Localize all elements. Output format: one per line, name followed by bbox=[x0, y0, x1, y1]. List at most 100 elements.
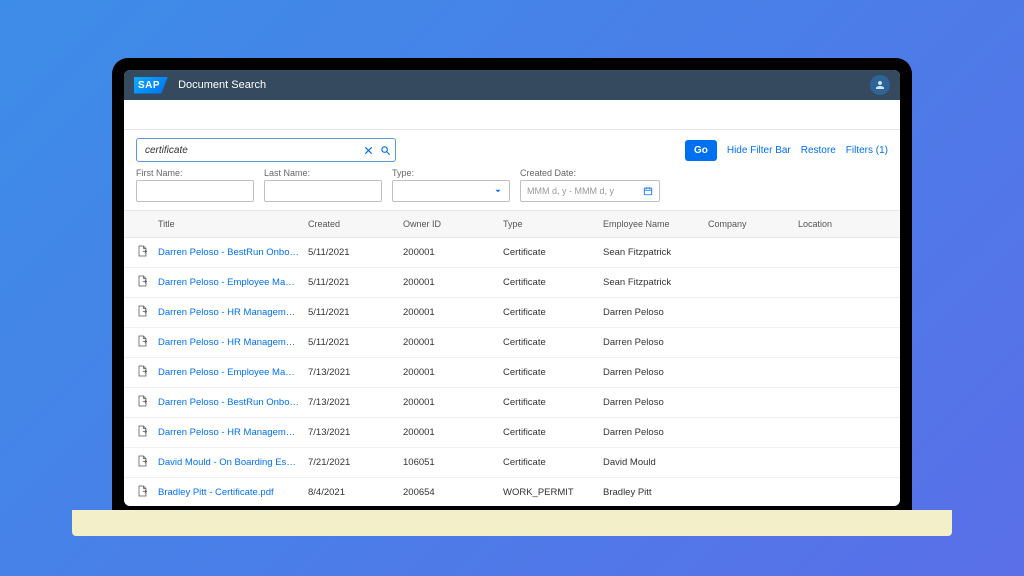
created-date-label: Created Date: bbox=[520, 168, 660, 178]
row-title-link[interactable]: Bradley Pitt - Certificate.pdf bbox=[158, 487, 308, 498]
table-row[interactable]: Darren Peloso - HR Management C...7/13/2… bbox=[124, 418, 900, 448]
laptop-frame: SAP Document Search bbox=[112, 58, 912, 518]
row-employee: Bradley Pitt bbox=[603, 487, 708, 498]
restore-link[interactable]: Restore bbox=[801, 145, 836, 156]
calendar-icon bbox=[643, 186, 653, 196]
th-employee[interactable]: Employee Name bbox=[603, 219, 708, 229]
table-row[interactable]: Darren Peloso - BestRun Onboardin...5/11… bbox=[124, 238, 900, 268]
row-type: Certificate bbox=[503, 427, 603, 438]
row-owner: 200001 bbox=[403, 427, 503, 438]
search-button[interactable] bbox=[380, 145, 391, 156]
row-title-link[interactable]: Darren Peloso - HR Management C... bbox=[158, 427, 308, 438]
last-name-input[interactable] bbox=[264, 180, 382, 202]
table-row[interactable]: Darren Peloso - Employee Manage...7/13/2… bbox=[124, 358, 900, 388]
app-title: Document Search bbox=[178, 79, 266, 91]
type-select[interactable] bbox=[392, 180, 510, 202]
row-type: Certificate bbox=[503, 247, 603, 258]
row-created: 5/11/2021 bbox=[308, 337, 403, 348]
document-icon bbox=[136, 365, 158, 380]
row-title-link[interactable]: David Mould - On Boarding Essenti... bbox=[158, 457, 308, 468]
row-employee: David Mould bbox=[603, 457, 708, 468]
row-created: 7/13/2021 bbox=[308, 397, 403, 408]
user-avatar-button[interactable] bbox=[870, 75, 890, 95]
table-row[interactable]: Darren Peloso - HR Management C...5/11/2… bbox=[124, 298, 900, 328]
row-title-link[interactable]: Darren Peloso - BestRun Onboardin... bbox=[158, 247, 308, 258]
th-owner[interactable]: Owner ID bbox=[403, 219, 503, 229]
x-icon bbox=[363, 145, 374, 156]
row-type: Certificate bbox=[503, 277, 603, 288]
row-created: 5/11/2021 bbox=[308, 247, 403, 258]
search-icon bbox=[380, 145, 391, 156]
subheader-spacer bbox=[124, 100, 900, 130]
row-employee: Darren Peloso bbox=[603, 337, 708, 348]
go-button[interactable]: Go bbox=[685, 140, 717, 161]
filters-link[interactable]: Filters (1) bbox=[846, 145, 888, 156]
document-icon bbox=[136, 275, 158, 290]
clear-search-button[interactable] bbox=[363, 145, 374, 156]
first-name-input[interactable] bbox=[136, 180, 254, 202]
th-created[interactable]: Created bbox=[308, 219, 403, 229]
top-header: SAP Document Search bbox=[124, 70, 900, 100]
row-employee: Darren Peloso bbox=[603, 397, 708, 408]
row-owner: 200001 bbox=[403, 397, 503, 408]
search-input-wrap[interactable] bbox=[136, 138, 396, 162]
hide-filter-link[interactable]: Hide Filter Bar bbox=[727, 145, 791, 156]
row-employee: Darren Peloso bbox=[603, 367, 708, 378]
th-location[interactable]: Location bbox=[798, 219, 868, 229]
row-owner: 200001 bbox=[403, 307, 503, 318]
row-type: Certificate bbox=[503, 307, 603, 318]
search-row: Go Hide Filter Bar Restore Filters (1) bbox=[136, 138, 888, 162]
created-date-input[interactable]: MMM d, y - MMM d, y bbox=[520, 180, 660, 202]
row-created: 5/11/2021 bbox=[308, 277, 403, 288]
row-title-link[interactable]: Darren Peloso - HR Management C... bbox=[158, 307, 308, 318]
document-icon bbox=[136, 455, 158, 470]
filter-fields: First Name: Last Name: Type: Created Dat… bbox=[136, 168, 888, 202]
row-title-link[interactable]: Darren Peloso - Employee Manage... bbox=[158, 277, 308, 288]
row-created: 7/13/2021 bbox=[308, 367, 403, 378]
brand-area: SAP Document Search bbox=[134, 77, 266, 94]
row-created: 7/13/2021 bbox=[308, 427, 403, 438]
table-row[interactable]: Darren Peloso - HR Management C...5/11/2… bbox=[124, 328, 900, 358]
type-label: Type: bbox=[392, 168, 510, 178]
row-owner: 200001 bbox=[403, 247, 503, 258]
row-type: Certificate bbox=[503, 397, 603, 408]
table-row[interactable]: Bradley Pitt - Certificate.pdf8/4/202120… bbox=[124, 478, 900, 506]
row-type: Certificate bbox=[503, 337, 603, 348]
last-name-label: Last Name: bbox=[264, 168, 382, 178]
table-header: Title Created Owner ID Type Employee Nam… bbox=[124, 210, 900, 238]
row-created: 5/11/2021 bbox=[308, 307, 403, 318]
row-title-link[interactable]: Darren Peloso - BestRun Onboardin... bbox=[158, 397, 308, 408]
row-employee: Sean Fitzpatrick bbox=[603, 277, 708, 288]
table-row[interactable]: Darren Peloso - BestRun Onboardin...7/13… bbox=[124, 388, 900, 418]
th-type[interactable]: Type bbox=[503, 219, 603, 229]
row-title-link[interactable]: Darren Peloso - Employee Manage... bbox=[158, 367, 308, 378]
results-table: Title Created Owner ID Type Employee Nam… bbox=[124, 210, 900, 506]
app-screen: SAP Document Search bbox=[124, 70, 900, 506]
row-owner: 200001 bbox=[403, 337, 503, 348]
first-name-field: First Name: bbox=[136, 168, 254, 202]
document-icon bbox=[136, 305, 158, 320]
th-company[interactable]: Company bbox=[708, 219, 798, 229]
row-type: WORK_PERMIT bbox=[503, 487, 603, 498]
row-title-link[interactable]: Darren Peloso - HR Management C... bbox=[158, 337, 308, 348]
user-icon bbox=[874, 79, 886, 91]
filter-actions: Go Hide Filter Bar Restore Filters (1) bbox=[685, 140, 888, 161]
row-type: Certificate bbox=[503, 457, 603, 468]
laptop-base bbox=[72, 510, 952, 536]
row-employee: Sean Fitzpatrick bbox=[603, 247, 708, 258]
row-employee: Darren Peloso bbox=[603, 427, 708, 438]
row-owner: 200654 bbox=[403, 487, 503, 498]
document-icon bbox=[136, 245, 158, 260]
document-icon bbox=[136, 395, 158, 410]
table-row[interactable]: David Mould - On Boarding Essenti...7/21… bbox=[124, 448, 900, 478]
document-icon bbox=[136, 335, 158, 350]
table-row[interactable]: Darren Peloso - Employee Manage...5/11/2… bbox=[124, 268, 900, 298]
created-date-field: Created Date: MMM d, y - MMM d, y bbox=[520, 168, 660, 202]
search-input[interactable] bbox=[145, 145, 363, 156]
row-created: 8/4/2021 bbox=[308, 487, 403, 498]
th-title[interactable]: Title bbox=[158, 219, 308, 229]
row-created: 7/21/2021 bbox=[308, 457, 403, 468]
table-body: Darren Peloso - BestRun Onboardin...5/11… bbox=[124, 238, 900, 506]
chevron-down-icon bbox=[493, 186, 503, 196]
filter-bar: Go Hide Filter Bar Restore Filters (1) F… bbox=[124, 130, 900, 210]
